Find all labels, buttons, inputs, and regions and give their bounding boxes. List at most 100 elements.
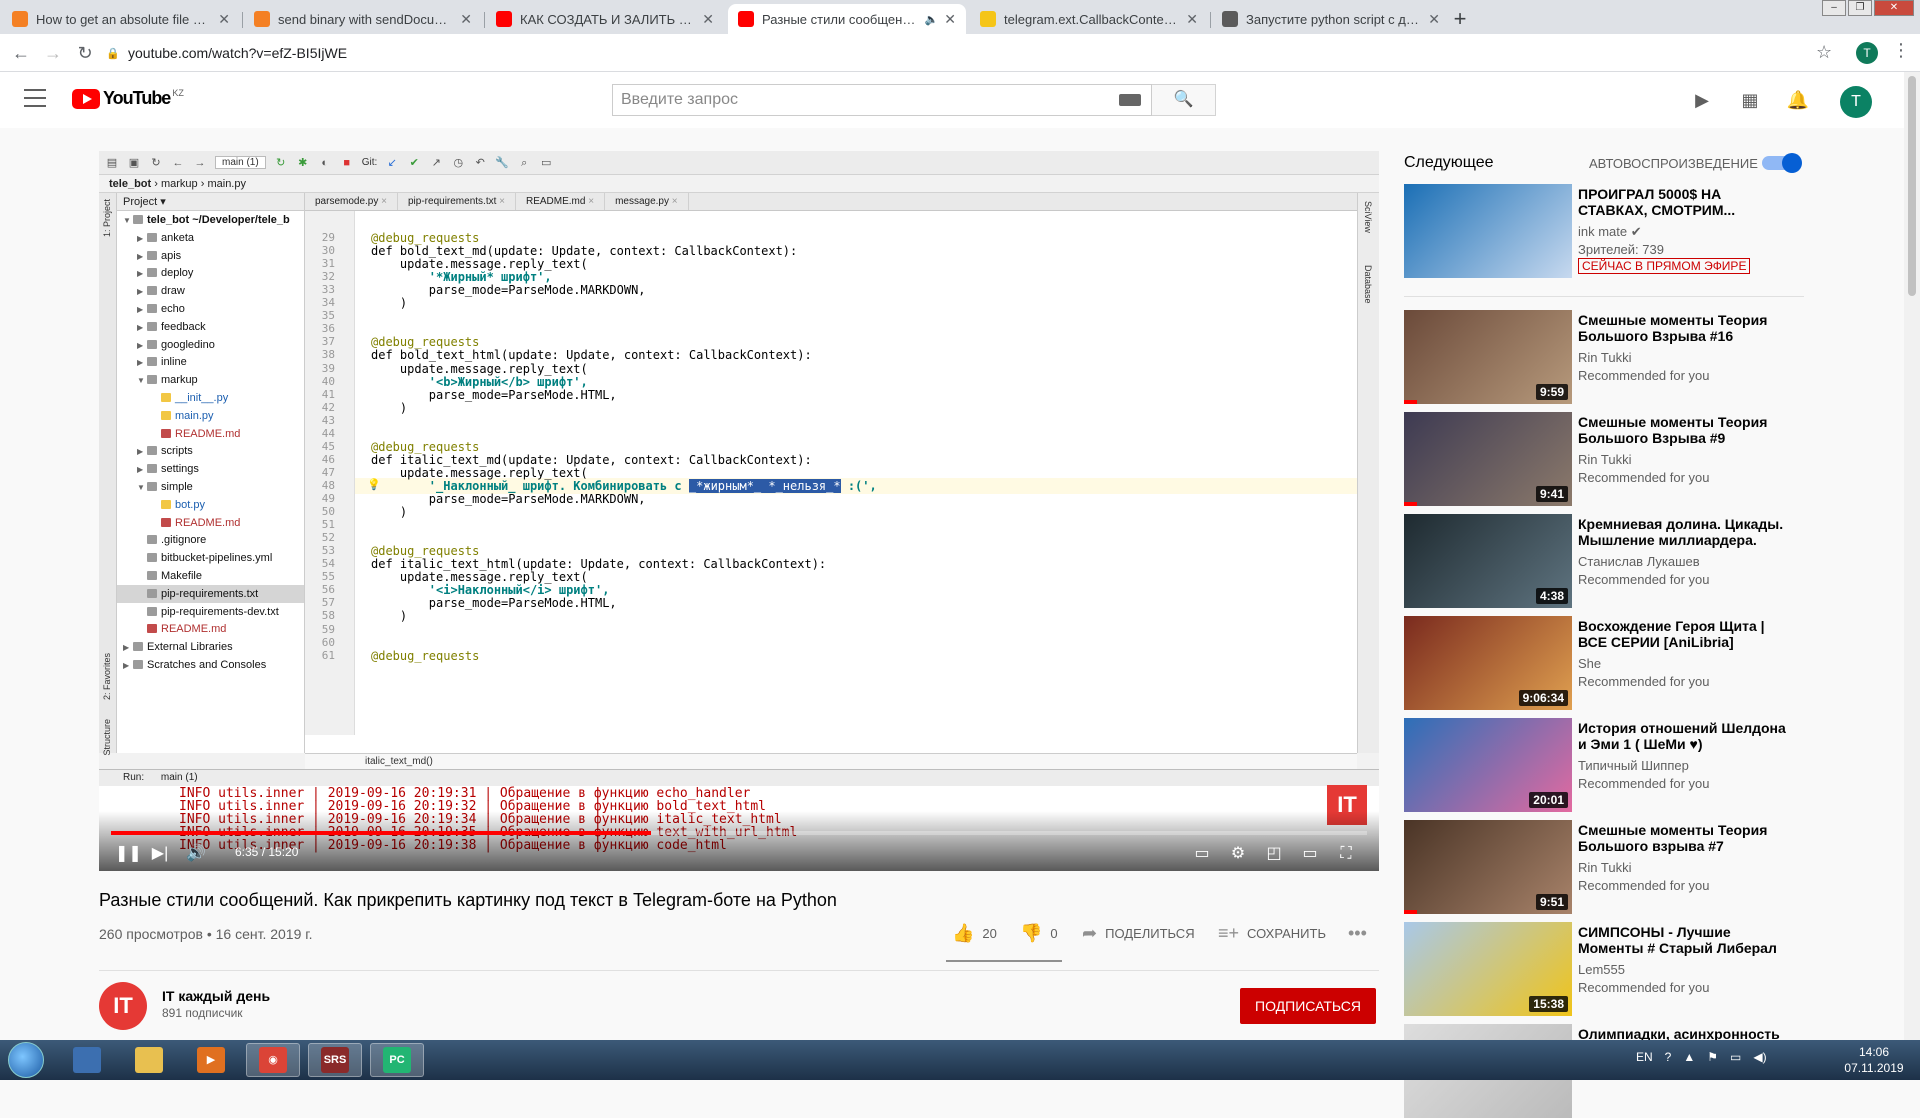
- recommendation-item[interactable]: 15:38 СИМПСОНЫ - Лучшие Моменты # Старый …: [1404, 922, 1884, 1016]
- recommendation-item[interactable]: 4:38 Кремниевая долина. Цикады. Мышление …: [1404, 514, 1884, 608]
- dislike-button[interactable]: 👎 0: [1020, 923, 1058, 944]
- address-bar[interactable]: 🔒 youtube.com/watch?v=efZ-BI5IjWE: [106, 39, 1772, 67]
- close-tab-icon[interactable]: ✕: [460, 11, 472, 28]
- speaker-icon[interactable]: ◀): [1753, 1050, 1766, 1064]
- recommendation-title[interactable]: Смешные моменты Теория Большого Взрыва #…: [1578, 312, 1788, 344]
- taskbar-button[interactable]: [60, 1043, 114, 1077]
- browser-profile-avatar[interactable]: T: [1856, 42, 1878, 64]
- menu-icon[interactable]: [24, 89, 46, 107]
- tray-arrow-icon[interactable]: ▲: [1683, 1050, 1695, 1064]
- search-input[interactable]: Введите запрос: [612, 84, 1152, 116]
- video-player[interactable]: ▤ ▣ ↻ ← → main (1) ↻ ✱ ◐ ■ Git: ↙ ✔ ↗ ◷ …: [99, 151, 1379, 871]
- video-thumbnail[interactable]: 15:38: [1404, 922, 1572, 1016]
- keyboard-icon[interactable]: [1119, 94, 1141, 106]
- progress-bar[interactable]: [111, 831, 1367, 835]
- recommendation-title[interactable]: История отношений Шелдона и Эми 1 ( ШеМи…: [1578, 720, 1788, 752]
- network-icon[interactable]: ▭: [1730, 1050, 1741, 1064]
- next-icon[interactable]: ▶|: [149, 843, 171, 865]
- share-button[interactable]: ➦ Поделиться: [1082, 923, 1195, 944]
- recommendation-item[interactable]: 20:01 История отношений Шелдона и Эми 1 (…: [1404, 718, 1884, 812]
- video-thumbnail[interactable]: 4:38: [1404, 514, 1572, 608]
- search-button[interactable]: 🔍: [1152, 84, 1216, 116]
- recommendation-item[interactable]: 9:06:34 Восхождение Героя Щита | ВСЕ СЕРИ…: [1404, 616, 1884, 710]
- recommendation-channel[interactable]: Lem555: [1578, 962, 1625, 977]
- video-thumbnail[interactable]: [1404, 184, 1572, 278]
- recommendation-title[interactable]: ПРОИГРАЛ 5000$ НА СТАВКАХ, СМОТРИМ...: [1578, 186, 1788, 218]
- settings-gear-icon[interactable]: ⚙: [1227, 843, 1249, 865]
- browser-menu-icon[interactable]: ⋮: [1892, 40, 1910, 61]
- recommendation-title[interactable]: Смешные моменты Теория Большого Взрыва #…: [1578, 414, 1788, 446]
- close-tab-icon[interactable]: ✕: [1428, 11, 1440, 28]
- new-tab-button[interactable]: +: [1446, 6, 1474, 34]
- taskbar-button[interactable]: ◉: [246, 1043, 300, 1077]
- scrollbar-thumb[interactable]: [1908, 76, 1916, 296]
- user-avatar[interactable]: T: [1840, 86, 1872, 118]
- start-button-icon[interactable]: [8, 1042, 44, 1078]
- recommendation-item[interactable]: 9:51 Смешные моменты Теория Большого взры…: [1404, 820, 1884, 914]
- close-tab-icon[interactable]: ✕: [702, 11, 714, 28]
- taskbar-button[interactable]: [122, 1043, 176, 1077]
- flag-icon[interactable]: ⚑: [1707, 1050, 1718, 1064]
- browser-tab[interactable]: send binary with sendDocument ✕: [244, 4, 482, 34]
- save-button[interactable]: ≡+ Сохранить: [1218, 923, 1326, 944]
- forward-arrow-icon[interactable]: →: [42, 42, 64, 64]
- recommendation-item[interactable]: 9:59 Смешные моменты Теория Большого Взры…: [1404, 310, 1884, 404]
- subscribe-button[interactable]: Подписаться: [1240, 988, 1376, 1024]
- help-icon[interactable]: ?: [1665, 1050, 1672, 1064]
- minimize-button[interactable]: –: [1822, 0, 1846, 16]
- browser-tab[interactable]: Запустите python script с друго ✕: [1212, 4, 1450, 34]
- clock[interactable]: 14:06 07.11.2019: [1836, 1044, 1912, 1076]
- video-thumbnail[interactable]: 9:51: [1404, 820, 1572, 914]
- taskbar-button[interactable]: SRS: [308, 1043, 362, 1077]
- recommendation-channel[interactable]: She: [1578, 656, 1601, 671]
- recommendation-channel[interactable]: Rin Tukki: [1578, 452, 1631, 467]
- youtube-logo[interactable]: YouTube KZ: [72, 88, 184, 109]
- recommendation-item[interactable]: 9:41 Смешные моменты Теория Большого Взры…: [1404, 412, 1884, 506]
- fullscreen-icon[interactable]: ⛶: [1335, 843, 1357, 865]
- video-thumbnail[interactable]: 9:59: [1404, 310, 1572, 404]
- bookmark-star-icon[interactable]: ☆: [1816, 42, 1832, 63]
- pause-icon[interactable]: ❚❚: [115, 843, 142, 865]
- close-tab-icon[interactable]: ✕: [218, 11, 230, 28]
- video-thumbnail[interactable]: 20:01: [1404, 718, 1572, 812]
- recommendation-title[interactable]: СИМПСОНЫ - Лучшие Моменты # Старый Либер…: [1578, 924, 1788, 956]
- autoplay-toggle[interactable]: [1762, 153, 1802, 173]
- browser-tab[interactable]: КАК СОЗДАТЬ И ЗАЛИТЬ НА СЕ ✕: [486, 4, 724, 34]
- recommendation-title[interactable]: Смешные моменты Теория Большого взрыва #…: [1578, 822, 1788, 854]
- page-scrollbar[interactable]: [1904, 72, 1920, 1040]
- subtitles-icon[interactable]: ▭: [1191, 843, 1213, 865]
- close-tab-icon[interactable]: ✕: [944, 11, 956, 28]
- like-button[interactable]: 👍 20: [952, 923, 997, 944]
- apps-grid-icon[interactable]: ▦: [1738, 88, 1762, 112]
- channel-avatar[interactable]: IT: [99, 982, 147, 1030]
- reload-icon[interactable]: ↻: [74, 42, 96, 64]
- recommendation-channel[interactable]: Rin Tukki: [1578, 350, 1631, 365]
- browser-tab[interactable]: telegram.ext.CallbackContext — ✕: [970, 4, 1208, 34]
- taskbar-button[interactable]: ▶: [184, 1043, 238, 1077]
- close-tab-icon[interactable]: ✕: [1186, 11, 1198, 28]
- channel-name[interactable]: IT каждый день: [162, 988, 270, 1004]
- notifications-bell-icon[interactable]: 🔔: [1786, 88, 1810, 112]
- restore-button[interactable]: ❐: [1848, 0, 1872, 16]
- create-video-icon[interactable]: ▶: [1690, 88, 1714, 112]
- recommendation-channel[interactable]: Типичный Шиппер: [1578, 758, 1689, 773]
- back-arrow-icon[interactable]: ←: [10, 42, 32, 64]
- recommendation-item[interactable]: ПРОИГРАЛ 5000$ НА СТАВКАХ, СМОТРИМ... ink…: [1404, 184, 1884, 278]
- video-thumbnail[interactable]: 9:41: [1404, 412, 1572, 506]
- volume-icon[interactable]: 🔊: [185, 843, 207, 865]
- recommendation-channel[interactable]: ink mate ✔: [1578, 224, 1642, 240]
- close-window-button[interactable]: ✕: [1874, 0, 1914, 16]
- miniplayer-icon[interactable]: ◰: [1263, 843, 1285, 865]
- browser-tab[interactable]: How to get an absolute file path ✕: [2, 4, 240, 34]
- more-actions-button[interactable]: •••: [1348, 923, 1367, 944]
- language-indicator[interactable]: EN: [1636, 1050, 1653, 1064]
- recommendation-channel[interactable]: Станислав Лукашев: [1578, 554, 1700, 569]
- tab-audio-icon[interactable]: 🔈: [925, 13, 939, 26]
- browser-tab[interactable]: Разные стили сообщений. К 🔈 ✕: [728, 4, 966, 34]
- video-thumbnail[interactable]: 9:06:34: [1404, 616, 1572, 710]
- taskbar-button[interactable]: PC: [370, 1043, 424, 1077]
- recommendation-channel[interactable]: Rin Tukki: [1578, 860, 1631, 875]
- theater-mode-icon[interactable]: ▭: [1299, 843, 1321, 865]
- recommendation-title[interactable]: Восхождение Героя Щита | ВСЕ СЕРИИ [AniL…: [1578, 618, 1788, 650]
- recommendation-title[interactable]: Кремниевая долина. Цикады. Мышление милл…: [1578, 516, 1788, 548]
